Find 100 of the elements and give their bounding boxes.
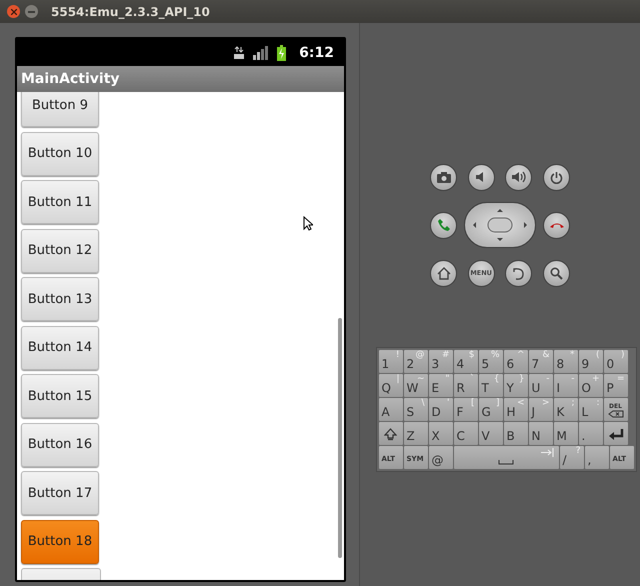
alt-character: } — [518, 374, 524, 384]
list-button[interactable]: Button 9 — [21, 92, 99, 127]
list-button[interactable]: Button 13 — [21, 277, 99, 321]
keyboard-key[interactable]: E " — [428, 374, 452, 397]
keyboard-key[interactable]: 6 ^ — [504, 350, 528, 373]
data-arrows-icon — [234, 46, 244, 59]
end-call-button[interactable] — [543, 212, 570, 238]
alt-character: ~ — [416, 374, 424, 384]
keyboard-key[interactable]: 5 % — [478, 350, 502, 373]
alt-character: - — [571, 374, 574, 384]
keyboard-key[interactable]: Z — [404, 422, 428, 445]
alt-character: ? — [576, 446, 580, 456]
list-button[interactable]: Button 17 — [21, 471, 99, 515]
keyboard-key[interactable]: B — [504, 422, 528, 445]
keyboard-key[interactable]: G ] — [478, 398, 502, 421]
list-button[interactable]: Button 16 — [21, 422, 99, 466]
alt-character: ; — [571, 398, 574, 408]
keyboard-key[interactable]: R ` — [454, 374, 478, 397]
keyboard-key[interactable]: 9 ( — [578, 350, 602, 373]
tab-arrow-icon — [540, 448, 554, 457]
close-icon — [10, 8, 16, 14]
keyboard-key[interactable]: P = — [604, 374, 628, 397]
power-icon — [550, 170, 563, 184]
keyboard-key[interactable]: Y } — [504, 374, 528, 397]
keyboard-key[interactable]: T { — [478, 374, 502, 397]
alt-character: [ — [470, 398, 474, 408]
call-button[interactable] — [430, 212, 457, 238]
close-button[interactable] — [7, 5, 20, 18]
keyboard-key[interactable]: Q | — [378, 374, 402, 397]
scrollbar[interactable] — [338, 318, 342, 558]
keyboard-key[interactable]: 0 ) — [604, 350, 628, 373]
search-button[interactable] — [542, 260, 570, 286]
alt-character: ) — [620, 350, 624, 360]
alt-character: & — [542, 350, 550, 360]
phone-icon — [436, 218, 450, 232]
keyboard-key[interactable]: U - — [528, 374, 552, 397]
keyboard-key[interactable]: N — [528, 422, 552, 445]
alt-character: @ — [416, 350, 424, 360]
keyboard-key[interactable]: K ; — [554, 398, 578, 421]
keyboard-key[interactable]: . — [578, 422, 602, 445]
dpad[interactable] — [464, 202, 536, 248]
keyboard-key[interactable]: @ — [428, 446, 452, 469]
keyboard-key[interactable]: H < — [504, 398, 528, 421]
alt-character: ( — [596, 350, 600, 360]
keyboard-key[interactable]: L : — [578, 398, 602, 421]
keyboard-key[interactable]: 2 @ — [404, 350, 428, 373]
keyboard-key[interactable]: A — [378, 398, 402, 421]
keyboard-key[interactable]: S \ — [404, 398, 428, 421]
alt-character: { — [494, 374, 500, 384]
hang-up-icon — [548, 221, 564, 229]
alt-character: < — [516, 398, 524, 408]
keyboard-key[interactable]: V — [478, 422, 502, 445]
keyboard-key[interactable]: , — [584, 446, 608, 469]
keyboard-key[interactable]: / ? — [560, 446, 584, 469]
keyboard-key[interactable]: 8 * — [554, 350, 578, 373]
back-arrow-icon — [512, 266, 526, 280]
shift-arrow-icon — [384, 428, 396, 441]
alt-character: " — [445, 374, 450, 384]
list-button[interactable]: Button 11 — [21, 180, 99, 224]
power-button[interactable] — [542, 164, 570, 190]
minimize-button[interactable] — [25, 5, 38, 18]
signal-bars-icon — [253, 46, 268, 60]
keyboard-key[interactable]: 3 # — [428, 350, 452, 373]
window-title: 5554:Emu_2.3.3_API_10 — [51, 4, 210, 18]
keyboard-key[interactable]: C — [454, 422, 478, 445]
minimize-icon — [28, 10, 35, 12]
keyboard-key[interactable]: X — [428, 422, 452, 445]
back-button[interactable] — [505, 260, 532, 286]
alt-character: > — [542, 398, 550, 408]
keyboard-key[interactable]: I - — [554, 374, 578, 397]
keyboard-key[interactable]: F [ — [454, 398, 478, 421]
keyboard-key[interactable]: W ~ — [404, 374, 428, 397]
home-button[interactable] — [430, 260, 457, 286]
list-button[interactable]: Button 12 — [21, 228, 99, 272]
keyboard-key[interactable]: D ' — [428, 398, 452, 421]
keyboard-key[interactable]: 1 ! — [378, 350, 402, 373]
keyboard-key[interactable]: M — [554, 422, 578, 445]
volume-up-button[interactable] — [505, 164, 532, 190]
alt-character: ' — [447, 398, 450, 408]
keyboard-key[interactable]: J > — [528, 398, 552, 421]
volume-down-button[interactable] — [468, 164, 495, 190]
camera-button[interactable] — [430, 164, 457, 190]
shift-key[interactable] — [378, 422, 402, 445]
alt-character: : — [596, 398, 600, 408]
keyboard-key[interactable]: 7 & — [528, 350, 552, 373]
alt-character: | — [396, 374, 400, 384]
list-button[interactable]: Button 10 — [21, 132, 99, 176]
keyboard-key[interactable]: O + — [578, 374, 602, 397]
alt-character: ` — [470, 374, 474, 384]
alt-character: # — [442, 350, 450, 360]
alt-character: ^ — [516, 350, 524, 360]
list-button[interactable]: Button 18 — [21, 520, 99, 564]
alt-character: ] — [496, 398, 500, 408]
keyboard-key[interactable]: 4 $ — [454, 350, 478, 373]
alt-character: + — [592, 374, 600, 384]
enter-key[interactable] — [604, 422, 628, 445]
alt-character: \ — [421, 398, 424, 408]
list-button[interactable]: Button 15 — [21, 374, 99, 418]
mouse-cursor-icon — [303, 216, 313, 231]
list-button[interactable]: Button 14 — [21, 326, 99, 370]
